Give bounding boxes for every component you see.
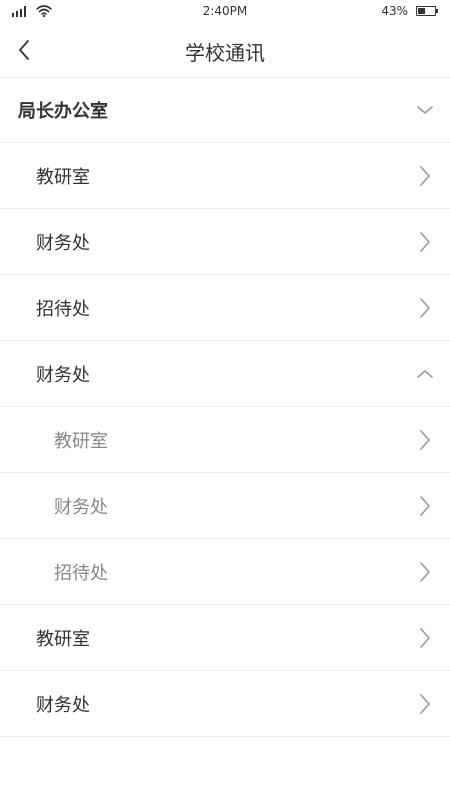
department-list: 局长办公室 教研室 财务处 招待处 财务处 教研室 财务处 招待处 教研室 财务… (0, 78, 450, 737)
chevron-right-icon (416, 165, 434, 187)
list-item-label: 财务处 (36, 694, 90, 716)
chevron-right-icon (416, 297, 434, 319)
list-item[interactable]: 财务处 (0, 209, 450, 275)
list-item[interactable]: 财务处 (0, 341, 450, 407)
list-item-label: 局长办公室 (18, 101, 108, 122)
list-item-label: 教研室 (54, 430, 108, 452)
chevron-right-icon (416, 627, 434, 649)
list-item-label: 招待处 (54, 562, 108, 584)
battery-fill (418, 8, 425, 14)
chevron-up-icon (416, 363, 434, 385)
battery-icon (416, 6, 438, 16)
chevron-right-icon (416, 495, 434, 517)
list-item[interactable]: 财务处 (0, 473, 450, 539)
list-item[interactable]: 教研室 (0, 407, 450, 473)
list-item[interactable]: 财务处 (0, 671, 450, 737)
list-item[interactable]: 局长办公室 (0, 78, 450, 143)
chevron-right-icon (416, 231, 434, 253)
nav-bar: 学校通讯 (0, 24, 450, 78)
list-item-label: 财务处 (54, 496, 108, 518)
list-item[interactable]: 教研室 (0, 143, 450, 209)
list-item[interactable]: 教研室 (0, 605, 450, 671)
chevron-right-icon (416, 561, 434, 583)
list-item-label: 财务处 (36, 364, 90, 386)
battery-percent: 43% (381, 4, 408, 18)
list-item[interactable]: 招待处 (0, 275, 450, 341)
status-bar: 2:40PM 43% (0, 0, 450, 24)
chevron-down-icon (416, 99, 434, 121)
list-item[interactable]: 招待处 (0, 539, 450, 605)
status-right: 43% (381, 4, 438, 18)
page-title: 学校通讯 (185, 41, 265, 65)
chevron-right-icon (416, 429, 434, 451)
list-item-label: 招待处 (36, 298, 90, 320)
list-item-label: 教研室 (36, 166, 90, 188)
list-item-label: 教研室 (36, 628, 90, 650)
chevron-right-icon (416, 693, 434, 715)
list-item-label: 财务处 (36, 232, 90, 254)
